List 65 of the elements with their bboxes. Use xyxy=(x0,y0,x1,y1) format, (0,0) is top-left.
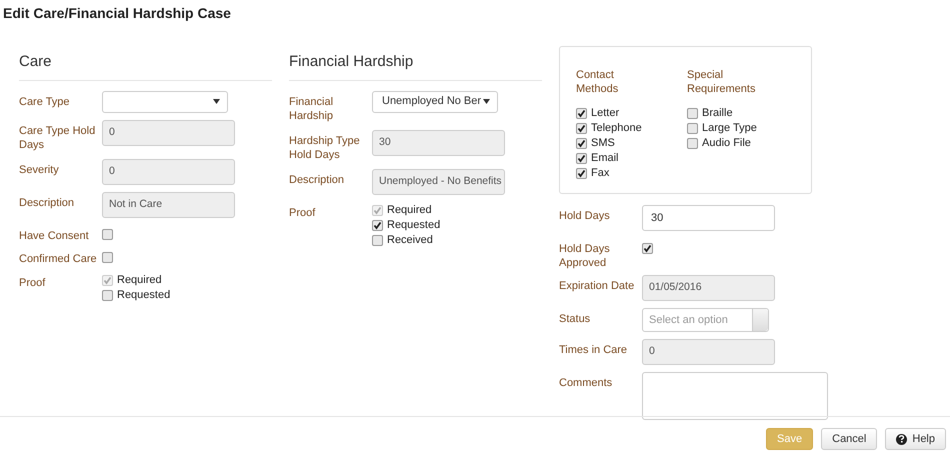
checkbox-label: Required xyxy=(387,202,432,218)
checkbox-label: Requested xyxy=(387,218,440,233)
comments-box[interactable] xyxy=(642,372,828,420)
field-label: Expiration Date xyxy=(559,279,636,294)
help-icon xyxy=(896,434,908,444)
input-field[interactable]: 30 xyxy=(642,205,775,231)
section-heading: Care xyxy=(19,46,272,80)
readonly-field: Not in Care xyxy=(102,192,235,218)
help-button[interactable]: Help xyxy=(885,428,946,450)
readonly-field: 0 xyxy=(102,120,235,146)
checkbox[interactable] xyxy=(576,153,587,164)
checkbox-label: Requested xyxy=(117,288,170,303)
field-label: Description xyxy=(289,172,346,188)
field-label: Financial Hardship xyxy=(289,94,334,122)
field-label: Severity xyxy=(19,162,60,178)
checkbox[interactable] xyxy=(102,290,113,300)
checkbox-label: Email xyxy=(591,151,619,166)
dropdown[interactable] xyxy=(102,90,228,112)
checkbox-label: Large Type xyxy=(702,121,757,136)
checkbox-label: SMS xyxy=(591,136,615,152)
checkbox-label: Received xyxy=(387,232,433,248)
readonly-field: Unemployed - No Benefits xyxy=(372,168,505,194)
group-heading: Contact Methods xyxy=(576,68,620,96)
field-label: Confirmed Care xyxy=(19,252,98,267)
field-label: Proof xyxy=(19,276,46,290)
field-label: Care Type Hold Days xyxy=(19,124,96,152)
readonly-field: 01/05/2016 xyxy=(642,275,775,301)
readonly-field: 30 xyxy=(372,130,505,156)
checkbox-label: Braille xyxy=(702,106,733,122)
checkbox[interactable] xyxy=(102,228,113,240)
readonly-field: 0 xyxy=(642,339,775,365)
field-label: Have Consent xyxy=(19,228,90,244)
checkbox[interactable] xyxy=(576,123,587,134)
section-heading: Financial Hardship xyxy=(289,46,542,80)
checkbox[interactable] xyxy=(687,138,698,149)
dialog-title: Edit Care/Financial Hardship Case xyxy=(3,4,231,23)
caret-icon xyxy=(213,99,220,104)
checkbox[interactable] xyxy=(687,123,698,134)
checkbox[interactable] xyxy=(687,108,698,119)
field-label: Hold Days Approved xyxy=(559,242,611,268)
readonly-field: 0 xyxy=(102,158,235,184)
checkbox[interactable] xyxy=(576,168,587,179)
field-label: Status xyxy=(559,312,592,327)
dropdown[interactable]: Unemployed No Ber xyxy=(372,90,498,112)
checkbox-label: Letter xyxy=(591,106,620,122)
checkbox-label: Audio File xyxy=(702,136,751,152)
cancel-button[interactable]: Cancel xyxy=(821,428,878,450)
caret-icon xyxy=(483,99,490,104)
field-label: Hold Days xyxy=(559,209,611,224)
checkbox[interactable] xyxy=(102,252,113,263)
field-label: Hardship Type Hold Days xyxy=(289,134,361,162)
checkbox[interactable] xyxy=(372,234,383,246)
field-label: Description xyxy=(19,196,76,210)
checkbox-label: Required xyxy=(117,272,162,288)
checkbox[interactable] xyxy=(576,108,587,119)
checkbox[interactable] xyxy=(372,220,383,230)
checkbox[interactable] xyxy=(576,138,587,149)
field-label: Times in Care xyxy=(559,343,628,358)
group-heading: Special Requirements xyxy=(687,68,756,96)
field-label: Proof xyxy=(289,206,316,220)
checkbox-label: Telephone xyxy=(591,121,642,136)
checkbox-label: Fax xyxy=(591,166,610,182)
field-label: Care Type xyxy=(19,94,71,110)
field-label: Comments xyxy=(559,376,614,391)
checkbox[interactable] xyxy=(642,243,653,254)
